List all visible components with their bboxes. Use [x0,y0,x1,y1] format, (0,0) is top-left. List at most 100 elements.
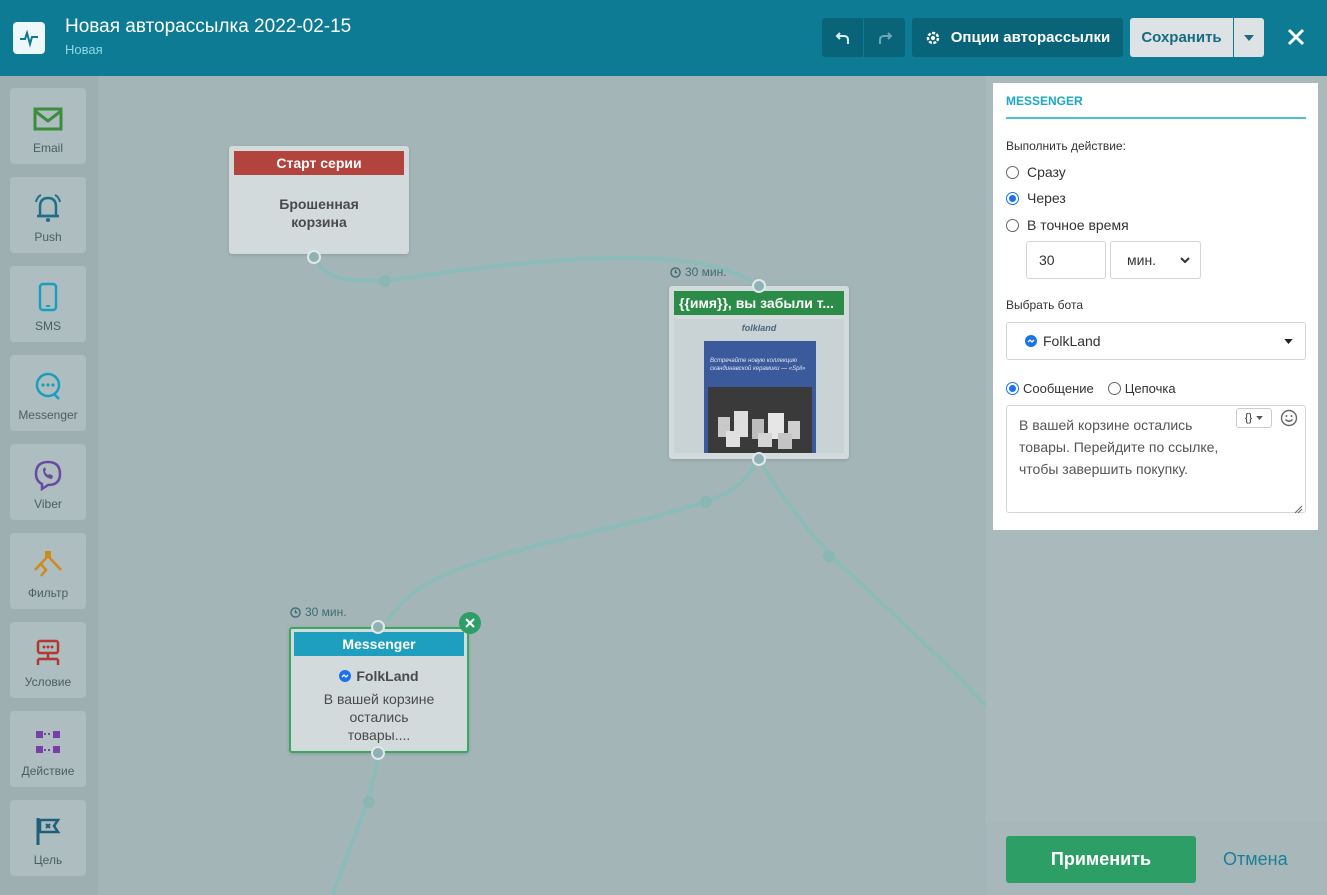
delay-unit-select[interactable]: мин. [1110,241,1201,279]
email-node-timer: 30 мин. [670,265,727,279]
messenger-node[interactable]: Messenger FolkLand В вашей корзине остал… [289,627,469,753]
variables-button[interactable]: {} [1236,408,1272,428]
email-banner-text: Встречайте новую коллекцию скандинавской… [710,358,806,372]
panel-divider [1006,117,1306,119]
email-node-output-port[interactable] [752,452,766,466]
start-node-trigger: Брошенная корзина [279,196,359,230]
condition-icon [36,639,60,665]
save-button[interactable]: Сохранить [1130,18,1233,57]
bot-select[interactable]: FolkLand [1006,322,1306,360]
variables-label: {} [1244,412,1253,424]
connector-dot[interactable] [363,796,375,808]
delay-value-input[interactable]: 30 [1026,241,1106,279]
start-node[interactable]: Старт серии Брошенная корзина [229,146,409,254]
messenger-icon [1025,335,1037,347]
caret-down-icon [1284,338,1293,344]
tool-push[interactable]: Push [10,177,86,253]
phone-icon [38,282,58,312]
tool-viber[interactable]: Viber [10,444,86,520]
radio-button[interactable] [1107,382,1121,395]
chat-icon [35,372,61,400]
pulse-logo-icon[interactable] [13,22,45,54]
tool-label: Email [32,141,63,155]
clock-icon [670,266,681,278]
tool-label: Условие [24,675,72,689]
flow-canvas[interactable]: Старт серии Брошенная корзина 30 мин. {{… [98,76,986,895]
tool-label: Viber [34,497,62,511]
save-dropdown-button[interactable] [1234,18,1264,57]
filter-icon [34,551,62,577]
undo-button[interactable] [822,18,863,57]
tool-label: Фильтр [27,586,69,600]
viber-icon [34,460,62,491]
message-text: В вашей корзине остались товары. Перейди… [1019,417,1219,477]
tool-label: Messenger [18,408,78,422]
tool-email[interactable]: Email [10,88,86,164]
tool-sidebar: Email Push SMS Messenger Viber Фильтр Ус… [0,76,98,895]
clock-icon [290,606,301,618]
tool-filter[interactable]: Фильтр [10,533,86,609]
messenger-node-bot: FolkLand [291,668,467,684]
delete-node-button[interactable] [459,612,481,634]
radio-label-chain[interactable]: Цепочка [1125,381,1176,396]
bot-label: Выбрать бота [1006,298,1083,312]
connector-dot[interactable] [823,550,835,562]
radio-label: Сразу [1027,164,1066,180]
timing-option-after[interactable]: Через [1006,190,1066,206]
tool-goal[interactable]: Цель [10,800,86,876]
email-brand: folkland [741,323,777,333]
cancel-button[interactable]: Отмена [1223,849,1288,870]
messenger-node-text: В вашей корзине остались товары.... [323,691,435,743]
messenger-node-output-port[interactable] [371,746,385,760]
apply-button[interactable]: Применить [1006,836,1196,883]
caret-down-icon [1244,34,1254,41]
messenger-node-timer-text: 30 мин. [305,605,347,619]
radio-button-selected[interactable] [1006,191,1019,205]
flag-icon [36,818,61,845]
bell-icon [35,194,61,222]
radio-button[interactable] [1006,165,1019,179]
start-node-output-port[interactable] [307,250,321,264]
tool-label: Цель [33,853,63,867]
resize-handle-icon[interactable] [1294,501,1303,514]
action-label: Выполнить действие: [1006,139,1126,153]
timing-option-immediately[interactable]: Сразу [1006,164,1066,180]
radio-button-selected[interactable] [1006,382,1019,395]
connector-dot[interactable] [379,275,391,287]
email-banner: Встречайте новую коллекцию скандинавской… [704,341,816,453]
email-node-header: {{имя}}, вы забыли т... [674,291,844,315]
email-node-input-port[interactable] [752,279,766,293]
options-label: Опции авторассылки [950,29,1111,46]
top-bar: Новая авторассылка 2022-02-15 Новая Опци… [0,0,1327,76]
tool-action[interactable]: Действие [10,711,86,787]
tool-messenger[interactable]: Messenger [10,355,86,431]
action-icon [36,731,60,753]
close-icon [465,618,475,628]
redo-button[interactable] [864,18,905,57]
email-node[interactable]: {{имя}}, вы забыли т... folkland Встреча… [669,286,849,459]
bot-select-value: FolkLand [1043,333,1101,349]
messenger-node-header: Messenger [294,632,464,656]
caret-down-icon [1256,416,1264,420]
undo-icon [835,31,849,44]
messenger-node-bot-name: FolkLand [356,668,419,684]
messenger-icon [339,670,352,682]
timing-option-exact-time[interactable]: В точное время [1006,217,1129,233]
tool-condition[interactable]: Условие [10,622,86,698]
close-icon[interactable] [1283,24,1309,50]
start-node-header: Старт серии [234,151,404,175]
tool-sms[interactable]: SMS [10,266,86,342]
radio-label-message[interactable]: Сообщение [1023,381,1094,396]
delay-unit-value: мин. [1127,252,1157,268]
messenger-node-input-port[interactable] [371,620,385,634]
messenger-node-timer: 30 мин. [290,605,347,619]
emoji-icon[interactable] [1280,409,1298,427]
mail-icon [33,107,63,131]
redo-icon [878,31,892,44]
chevron-down-icon [1180,257,1190,263]
product-image [708,387,812,453]
panel-title: MESSENGER [1006,94,1083,108]
radio-button[interactable] [1006,218,1019,232]
connector-dot[interactable] [700,496,712,508]
options-button[interactable]: Опции авторассылки [912,18,1123,57]
